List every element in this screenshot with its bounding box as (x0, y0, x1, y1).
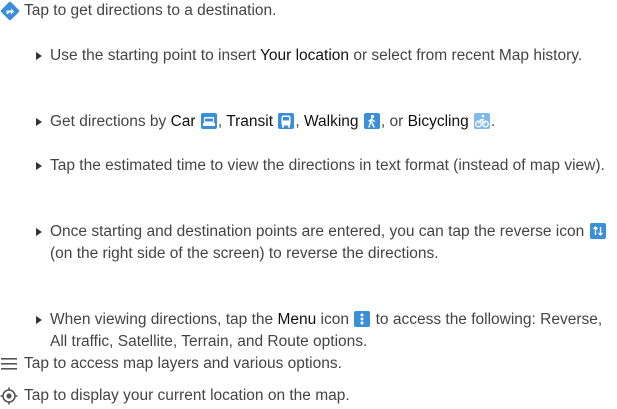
bicycling-icon (474, 113, 491, 129)
car-icon (200, 113, 217, 129)
bullet-text: or select from recent Map history. (349, 47, 583, 64)
bullet-text: Tap the estimated time to view the direc… (50, 157, 605, 174)
walking-icon (363, 113, 380, 129)
bullet-text: , or (380, 113, 408, 130)
bullet-text: (on the right side of the screen) to rev… (50, 245, 439, 262)
bullet-arrow-icon (36, 52, 42, 60)
bullet-estimated-time: Tap the estimated time to view the direc… (34, 155, 617, 177)
menu-label: Menu (277, 311, 317, 328)
bullet-text: . (491, 113, 496, 130)
bullet-arrow-icon (36, 162, 42, 170)
bullet-text: When viewing directions, tap the (50, 311, 278, 328)
walking-label: Walking (303, 113, 359, 130)
your-location-label: Your location (259, 47, 350, 64)
bullet-travel-modes: Get directions by Car , Transit , Walkin… (34, 111, 617, 133)
reverse-icon (589, 223, 606, 239)
bullet-text: icon (316, 311, 354, 328)
layers-text: Tap to access map layers and various opt… (24, 355, 342, 372)
transit-label: Transit (226, 113, 274, 130)
bullet-text: , (295, 113, 304, 130)
my-location-icon (0, 387, 18, 405)
directions-text: Tap to get directions to a destination. (24, 2, 277, 19)
bullet-your-location: Use the starting point to insert Your lo… (34, 45, 617, 67)
transit-icon (278, 113, 295, 129)
bullet-arrow-icon (36, 228, 42, 236)
bullet-arrow-icon (36, 316, 42, 324)
layers-item: Tap to access map layers and various opt… (0, 353, 342, 375)
bullet-text: , (217, 113, 227, 130)
car-label: Car (170, 113, 196, 130)
menu-dots-icon (354, 311, 371, 327)
directions-icon (0, 1, 20, 21)
location-item: Tap to display your current location on … (0, 385, 350, 407)
bullet-text: Get directions by (50, 113, 171, 130)
bullet-reverse: Once starting and destination points are… (34, 221, 617, 265)
bullet-arrow-icon (36, 118, 42, 126)
menu-lines-icon (1, 358, 17, 370)
bullet-menu: When viewing directions, tap the Menu ic… (34, 309, 617, 353)
bicycling-label: Bicycling (407, 113, 469, 130)
bullet-text: Use the starting point to insert (50, 47, 260, 64)
directions-item: Tap to get directions to a destination. (0, 0, 276, 22)
location-text: Tap to display your current location on … (24, 387, 350, 404)
bullet-text: Once starting and destination points are… (50, 223, 589, 240)
